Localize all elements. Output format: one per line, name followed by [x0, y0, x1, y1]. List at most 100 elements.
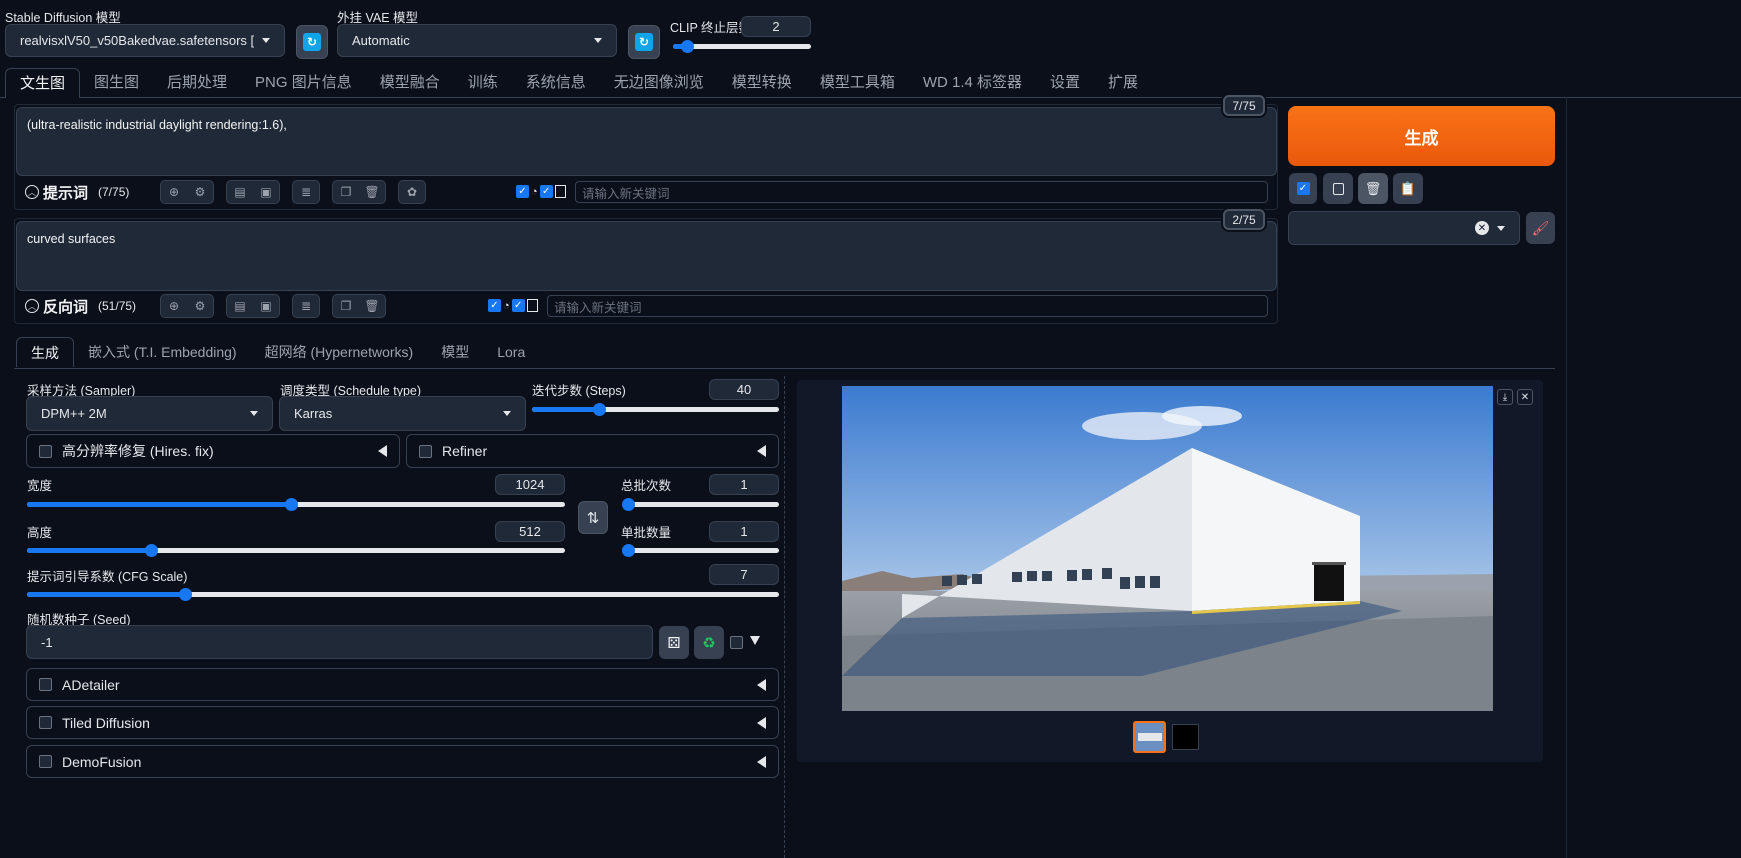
output-image[interactable] — [842, 386, 1493, 711]
checkbox-checked[interactable]: ✓ — [511, 299, 525, 312]
main-tab-1[interactable]: 图生图 — [80, 68, 153, 98]
chevron-up-icon[interactable]: ︿ — [25, 185, 39, 199]
checkbox-checked[interactable]: ✓ — [488, 299, 501, 312]
width-slider[interactable] — [27, 498, 565, 511]
batch-size-input[interactable]: 1 — [709, 521, 779, 542]
download-button[interactable]: ⤓ — [1497, 389, 1513, 405]
width-input[interactable]: 1024 — [495, 474, 565, 495]
sub-tab-0[interactable]: 生成 — [16, 337, 74, 367]
main-tab-7[interactable]: 无边图像浏览 — [600, 68, 718, 98]
refresh-model-button[interactable]: ↻ — [296, 25, 328, 59]
cfg-input[interactable]: 7 — [709, 564, 779, 585]
extension-accordion-tiled-diffusion[interactable]: Tiled Diffusion — [26, 706, 779, 739]
text-format-icon[interactable]: ≣ — [293, 295, 319, 317]
sd-model-dropdown[interactable]: realvisxlV50_v50Bakedvae.safetensors [6a… — [5, 24, 285, 57]
reuse-seed-button[interactable]: ♻ — [694, 626, 724, 659]
prompt-textarea[interactable]: (ultra-realistic industrial daylight ren… — [16, 107, 1277, 176]
extension-accordion-adetailer[interactable]: ADetailer — [26, 668, 779, 701]
height-input[interactable]: 512 — [495, 521, 565, 542]
apply-style-button[interactable]: ✓ — [1289, 173, 1317, 204]
main-tab-3[interactable]: PNG 图片信息 — [241, 68, 366, 98]
clear-prompt-button[interactable] — [1323, 173, 1353, 204]
main-tab-10[interactable]: WD 1.4 标签器 — [909, 68, 1036, 98]
globe-icon[interactable]: ⊕ — [161, 181, 187, 203]
steps-slider[interactable] — [532, 403, 779, 416]
main-tab-9[interactable]: 模型工具箱 — [806, 68, 909, 98]
extension-checkbox[interactable] — [39, 678, 52, 691]
text-format-icon[interactable]: ≣ — [293, 181, 319, 203]
main-tab-2[interactable]: 后期处理 — [153, 68, 241, 98]
extension-accordion-demofusion[interactable]: DemoFusion — [26, 745, 779, 778]
sub-tab-4[interactable]: Lora — [483, 337, 539, 367]
negative-textarea[interactable]: curved surfaces — [16, 221, 1277, 291]
seed-input[interactable]: -1 — [26, 625, 653, 659]
clip-slider[interactable] — [673, 40, 811, 53]
expand-arrow-icon[interactable] — [750, 636, 760, 645]
main-tab-0[interactable]: 文生图 — [5, 68, 81, 98]
sub-tab-1[interactable]: 嵌入式 (T.I. Embedding) — [74, 337, 251, 367]
batch-count-input[interactable]: 1 — [709, 474, 779, 495]
styles-dropdown[interactable]: ✕ — [1288, 211, 1520, 245]
trash-icon[interactable]: 🗑 — [359, 295, 385, 317]
vae-dropdown[interactable]: Automatic — [337, 24, 617, 57]
thumbnail-1[interactable] — [1133, 721, 1166, 753]
document-settings-icon[interactable]: ▤ — [227, 181, 253, 203]
openai-icon[interactable]: ✿ — [399, 181, 425, 203]
cfg-slider[interactable] — [27, 588, 779, 601]
globe-icon[interactable]: ⊕ — [161, 295, 187, 317]
copy-icon[interactable]: ❐ — [333, 295, 359, 317]
main-tab-11[interactable]: 设置 — [1036, 68, 1094, 98]
refresh-icon: ↻ — [635, 33, 653, 51]
main-tab-4[interactable]: 模型融合 — [366, 68, 454, 98]
extension-checkbox[interactable] — [39, 755, 52, 768]
negative-token-counter: 2/75 — [1223, 209, 1265, 230]
extra-seed-checkbox[interactable] — [730, 636, 743, 649]
refiner-checkbox[interactable] — [419, 444, 432, 458]
paste-button[interactable]: 📋 — [1393, 173, 1423, 204]
panel-icon[interactable] — [526, 299, 538, 312]
negative-keyword-input[interactable]: 请输入新关键词 — [547, 295, 1268, 317]
copy-icon[interactable]: ❐ — [333, 181, 359, 203]
checkbox-checked[interactable]: ✓ — [516, 185, 529, 198]
main-tab-12[interactable]: 扩展 — [1094, 68, 1152, 98]
prompt-keyword-input[interactable]: 请输入新关键词 — [575, 181, 1268, 203]
hires-checkbox[interactable] — [39, 444, 52, 458]
bookmark-icon[interactable]: ▣ — [253, 295, 279, 317]
extension-checkbox[interactable] — [39, 716, 52, 729]
generate-button[interactable]: 生成 — [1288, 106, 1555, 166]
checkbox-checked[interactable]: ✓ — [539, 185, 553, 198]
document-settings-icon[interactable]: ▤ — [227, 295, 253, 317]
cfg-label: 提示词引导系数 (CFG Scale) — [27, 570, 188, 584]
close-preview-button[interactable]: ✕ — [1517, 389, 1533, 405]
chevron-up-icon[interactable]: ︿ — [25, 299, 39, 313]
gear-icon[interactable]: ⚙ — [187, 181, 213, 203]
swap-dimensions-button[interactable]: ⇅ — [578, 501, 608, 534]
negative-tool-group-4: ❐ 🗑 — [332, 294, 387, 318]
sub-tab-2[interactable]: 超网络 (Hypernetworks) — [251, 337, 428, 367]
main-tab-5[interactable]: 训练 — [454, 68, 512, 98]
schedule-dropdown[interactable]: Karras — [279, 396, 526, 431]
history-icon[interactable]: ◔ — [503, 300, 510, 312]
height-slider[interactable] — [27, 544, 565, 557]
sampler-dropdown[interactable]: DPM++ 2M — [26, 396, 273, 431]
batch-size-slider[interactable] — [622, 544, 779, 557]
hires-fix-accordion[interactable]: 高分辨率修复 (Hires. fix) — [26, 434, 400, 468]
refresh-vae-button[interactable]: ↻ — [628, 25, 660, 59]
trash-icon[interactable]: 🗑 — [359, 181, 385, 203]
steps-input[interactable]: 40 — [709, 379, 779, 400]
random-seed-button[interactable]: ⚄ — [659, 626, 689, 659]
main-tab-6[interactable]: 系统信息 — [512, 68, 600, 98]
batch-count-slider[interactable] — [622, 498, 779, 511]
gear-icon[interactable]: ⚙ — [187, 295, 213, 317]
edit-styles-button[interactable]: 🖌 — [1526, 212, 1555, 244]
refiner-accordion[interactable]: Refiner — [406, 434, 779, 468]
clip-value-input[interactable]: 2 — [741, 16, 811, 37]
thumbnail-2[interactable] — [1172, 724, 1199, 750]
bookmark-icon[interactable]: ▣ — [253, 181, 279, 203]
panel-icon[interactable] — [554, 185, 566, 198]
sub-tab-3[interactable]: 模型 — [427, 337, 483, 367]
history-icon[interactable]: ◔ — [531, 186, 538, 198]
main-tab-8[interactable]: 模型转换 — [718, 68, 806, 98]
trash-button[interactable]: 🗑 — [1358, 173, 1388, 204]
close-icon[interactable]: ✕ — [1475, 221, 1489, 235]
